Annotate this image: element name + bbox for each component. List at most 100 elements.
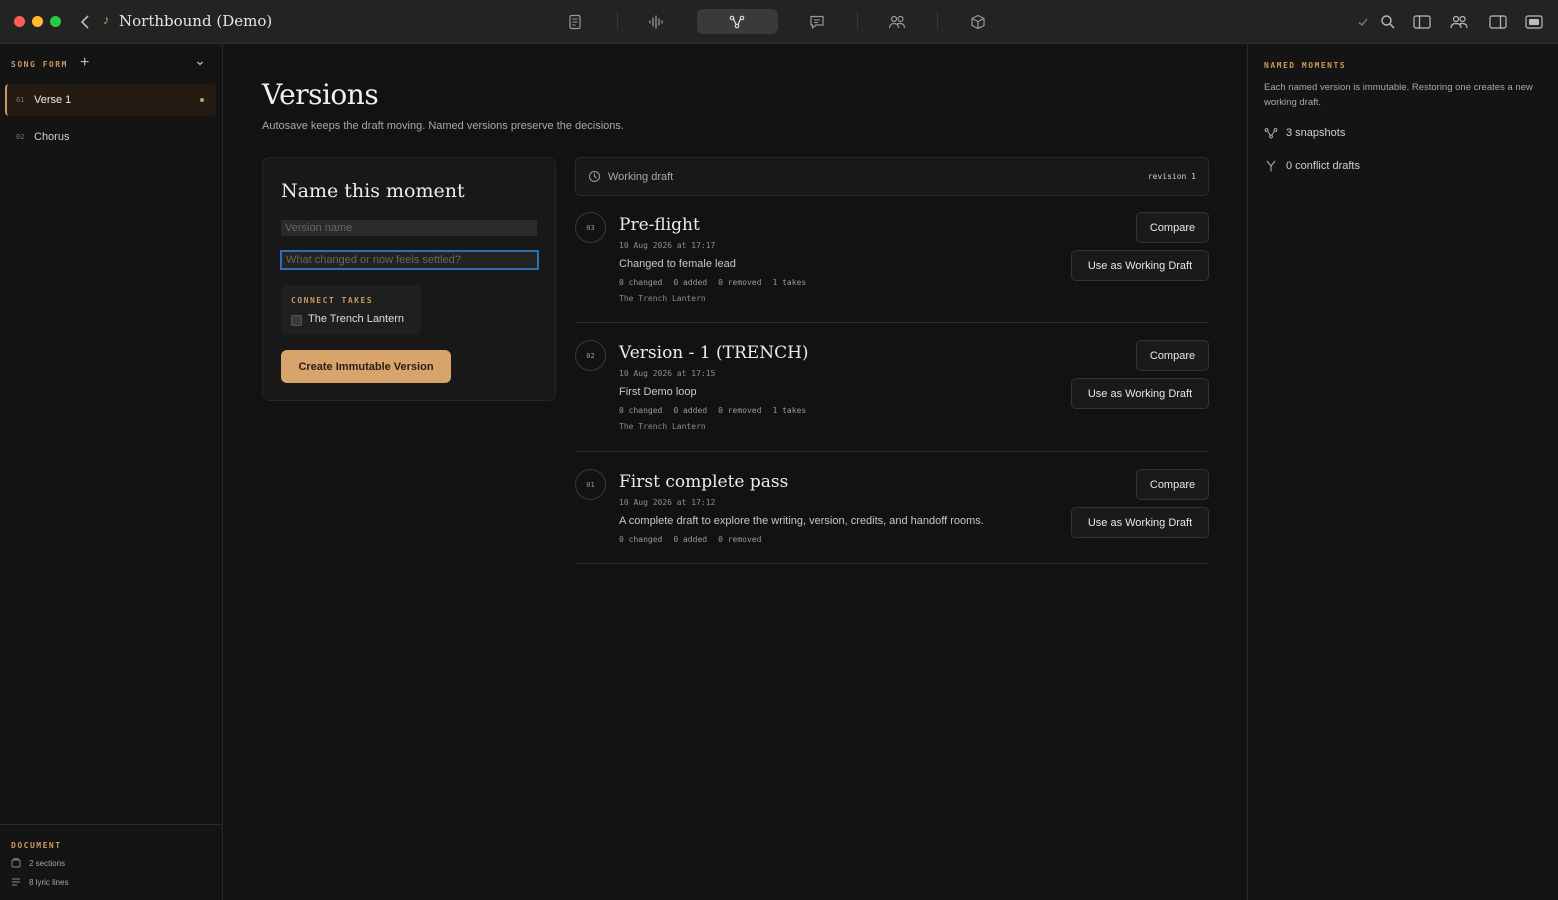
people-icon <box>888 15 906 28</box>
page-title: Versions <box>262 78 379 111</box>
unsaved-dot <box>200 98 204 102</box>
name-moment-card: Name this moment Version name What chang… <box>262 157 556 401</box>
version-number: 01 <box>575 469 606 500</box>
use-as-working-draft-button[interactable]: Use as Working Draft <box>1071 250 1209 281</box>
working-draft-label: Working draft <box>608 171 674 183</box>
version-take: The Trench Lantern <box>619 294 706 303</box>
version-stats: 0 changed 0 added 0 removed 1 takes <box>619 278 817 287</box>
versions-main: Versions Autosave keeps the draft moving… <box>224 44 1246 900</box>
added-count: 0 added <box>673 406 708 415</box>
toggle-left-panel-button[interactable] <box>1412 12 1432 32</box>
sections-count: 2 sections <box>11 858 65 868</box>
close-window-button[interactable] <box>14 16 25 27</box>
song-form-label: SONG FORM <box>11 60 68 69</box>
connect-takes-label: CONNECT TAKES <box>291 296 374 305</box>
removed-count: 0 removed <box>718 278 762 287</box>
version-date: 10 Aug 2026 at 17:15 <box>619 369 716 378</box>
version-row-01: 01 First complete pass 10 Aug 2026 at 17… <box>575 469 1209 569</box>
version-row-03: 03 Pre-flight 10 Aug 2026 at 17:17 Chang… <box>575 212 1209 322</box>
minimize-window-button[interactable] <box>32 16 43 27</box>
tab-handoff[interactable] <box>938 9 1018 34</box>
add-section-button[interactable]: + <box>80 54 89 72</box>
version-number: 02 <box>575 340 606 371</box>
tab-versions[interactable] <box>697 9 777 34</box>
conflict-drafts-count: 0 conflict drafts <box>1264 160 1360 172</box>
toggle-right-panel-button[interactable] <box>1488 12 1508 32</box>
snapshot-graph-icon <box>1264 127 1280 139</box>
version-name-input[interactable]: Version name <box>281 220 537 236</box>
back-button[interactable] <box>77 11 95 33</box>
compare-button[interactable]: Compare <box>1136 212 1209 243</box>
section-number: 02 <box>16 133 25 141</box>
checkmark-icon <box>1353 12 1373 32</box>
create-version-button[interactable]: Create Immutable Version <box>281 350 451 383</box>
takes-count: 1 takes <box>772 278 807 287</box>
lyric-lines-count: 8 lyric lines <box>11 877 69 887</box>
song-form-sidebar: SONG FORM + 01 Verse 1 02 Chorus DOCUMEN… <box>0 44 223 900</box>
search-icon <box>1381 15 1395 29</box>
section-label: Chorus <box>34 131 70 143</box>
version-stats: 0 changed 0 added 0 removed 1 takes <box>619 406 817 415</box>
changed-count: 0 changed <box>619 278 663 287</box>
removed-count: 0 removed <box>718 535 762 544</box>
divider <box>575 563 1209 564</box>
sections-count-label: 2 sections <box>29 858 66 868</box>
take-option-label[interactable]: The Trench Lantern <box>308 313 404 325</box>
use-as-working-draft-button[interactable]: Use as Working Draft <box>1071 378 1209 409</box>
connect-takes-panel: CONNECT TAKES The Trench Lantern <box>281 285 421 335</box>
version-stats: 0 changed 0 added 0 removed <box>619 535 772 544</box>
collaborators-icon <box>1450 15 1468 29</box>
section-label: Verse 1 <box>34 94 72 106</box>
version-graph-icon <box>729 15 745 28</box>
zoom-window-button[interactable] <box>50 16 61 27</box>
version-title: First complete pass <box>619 472 789 492</box>
title-bar: ♪ Northbound (Demo) <box>0 0 1558 44</box>
version-note: A complete draft to explore the writing,… <box>619 515 984 527</box>
document-label: DOCUMENT <box>11 841 62 850</box>
sections-icon <box>11 858 23 868</box>
tab-credits[interactable] <box>857 9 937 34</box>
tab-audio[interactable] <box>616 9 696 34</box>
snapshots-count: 3 snapshots <box>1264 127 1345 139</box>
changed-count: 0 changed <box>619 535 663 544</box>
take-checkbox[interactable] <box>291 315 302 326</box>
comment-icon <box>810 15 824 29</box>
named-moments-description: Each named version is immutable. Restori… <box>1264 82 1533 108</box>
version-note: First Demo loop <box>619 386 697 398</box>
section-item-verse-1[interactable]: 01 Verse 1 <box>5 84 216 116</box>
divider <box>575 322 1209 323</box>
section-number: 01 <box>16 96 25 104</box>
named-moments-label: NAMED MOMENTS <box>1264 61 1347 70</box>
working-draft-bar: Working draft revision 1 <box>575 157 1209 196</box>
right-panel-icon <box>1489 15 1507 29</box>
change-note-input[interactable]: What changed or now feels settled? <box>280 250 539 270</box>
named-moments-panel: NAMED MOMENTS Each named version is immu… <box>1247 44 1558 900</box>
takes-count: 1 takes <box>772 406 807 415</box>
version-note: Changed to female lead <box>619 258 736 270</box>
document-icon <box>569 14 581 29</box>
fullscreen-icon <box>1525 15 1543 29</box>
added-count: 0 added <box>673 535 708 544</box>
collapse-song-form-button[interactable] <box>195 57 205 71</box>
search-button[interactable] <box>1378 12 1398 32</box>
use-as-working-draft-button[interactable]: Use as Working Draft <box>1071 507 1209 538</box>
tab-comments[interactable] <box>777 9 857 34</box>
section-item-chorus[interactable]: 02 Chorus <box>5 121 216 153</box>
compare-button[interactable]: Compare <box>1136 340 1209 371</box>
conflict-drafts-label: 0 conflict drafts <box>1286 160 1360 172</box>
compare-button[interactable]: Compare <box>1136 469 1209 500</box>
plus-icon: + <box>80 54 90 71</box>
revision-badge: revision 1 <box>1147 172 1196 181</box>
left-panel-icon <box>1413 15 1431 29</box>
collaborators-button[interactable] <box>1449 12 1469 32</box>
changed-count: 0 changed <box>619 406 663 415</box>
tab-document[interactable] <box>535 9 615 34</box>
divider <box>575 451 1209 452</box>
focus-mode-button[interactable] <box>1524 12 1544 32</box>
music-note-icon: ♪ <box>103 12 110 27</box>
version-take: The Trench Lantern <box>619 422 706 431</box>
history-icon <box>588 170 601 183</box>
lines-icon <box>11 877 23 887</box>
lyric-lines-label: 8 lyric lines <box>29 877 69 887</box>
version-title: Version - 1 (TRENCH) <box>619 343 809 363</box>
